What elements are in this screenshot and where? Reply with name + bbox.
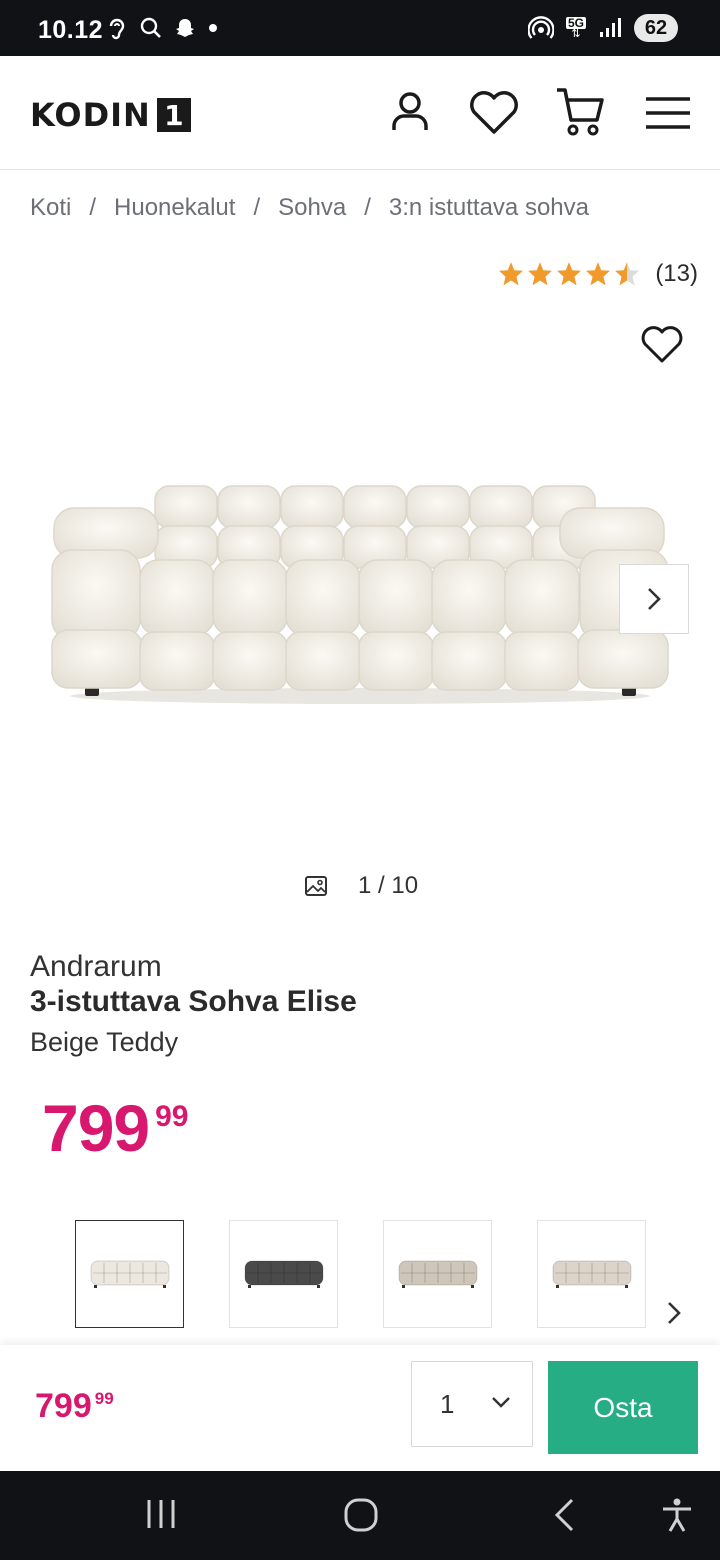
star-icon [586, 262, 611, 286]
battery-indicator: 62 [634, 14, 678, 42]
status-bar: 10.12 5G ⇅ 62 [0, 0, 720, 56]
variant-thumbnail-beige[interactable] [383, 1220, 492, 1328]
favorite-heart-icon[interactable] [640, 325, 684, 365]
logo-number: 1 [156, 98, 191, 132]
quantity-value: 1 [440, 1388, 455, 1419]
site-header: KODIN 1 [0, 56, 720, 170]
hearing-icon [109, 18, 125, 40]
star-icon [557, 262, 582, 286]
breadcrumb-separator: / [364, 194, 371, 221]
sticky-price-decimals: 99 [94, 1389, 114, 1408]
breadcrumb-item-koti[interactable]: Koti [30, 194, 71, 222]
rating-stars [497, 261, 641, 287]
system-nav-bar [0, 1471, 720, 1560]
clock: 10.12 [38, 16, 104, 44]
product-title: 3-istuttava Sohva Elise [30, 985, 357, 1018]
breadcrumb: Koti / Huonekalut / Sohva / 3:n istuttav… [30, 194, 589, 222]
star-icon [528, 262, 553, 286]
menu-icon[interactable] [644, 96, 692, 130]
thumbnails-next-chevron-icon[interactable] [664, 1298, 684, 1328]
sofa-thumbnail-image [398, 1260, 477, 1288]
hotspot-icon [527, 16, 554, 39]
sticky-buy-bar: 799 99 1 Osta [0, 1345, 720, 1471]
variant-thumbnail-light-beige[interactable] [537, 1220, 646, 1328]
image-icon [305, 876, 327, 896]
breadcrumb-separator: / [89, 194, 97, 221]
sofa-thumbnail-image [552, 1260, 631, 1288]
signal-icon [600, 18, 621, 37]
recent-apps-icon[interactable] [145, 1497, 177, 1531]
user-icon[interactable] [390, 90, 430, 134]
price-integer: 799 [42, 1091, 150, 1165]
price-decimals: 99 [155, 1100, 189, 1133]
network-5g-icon: 5G ⇅ [565, 15, 586, 40]
sticky-price: 799 99 [35, 1387, 114, 1426]
search-icon [140, 17, 161, 38]
product-variant: Beige Teddy [30, 1027, 179, 1057]
breadcrumb-separator: / [253, 194, 261, 221]
variant-thumbnail-dark-grey[interactable] [229, 1220, 338, 1328]
back-icon[interactable] [552, 1497, 576, 1533]
rating-count: (13) [655, 260, 698, 287]
heart-icon[interactable] [468, 90, 520, 136]
product-image[interactable] [40, 460, 680, 710]
star-icon [615, 262, 640, 286]
sofa-thumbnail-image [90, 1260, 169, 1288]
home-icon[interactable] [343, 1497, 379, 1533]
accessibility-icon[interactable] [660, 1497, 694, 1533]
gallery-counter[interactable]: 1 / 10 [304, 872, 418, 900]
star-icon [499, 262, 524, 286]
cart-icon[interactable] [555, 86, 605, 138]
sofa-thumbnail-image [244, 1260, 323, 1288]
variant-thumbnail-cream[interactable] [75, 1220, 184, 1328]
product-rating[interactable]: (13) [497, 260, 698, 288]
gallery-counter-text: 1 / 10 [358, 872, 419, 899]
breadcrumb-item-current[interactable]: 3:n istuttava sohva [389, 194, 589, 222]
sticky-price-integer: 799 [35, 1387, 92, 1425]
chevron-down-icon [492, 1397, 510, 1408]
breadcrumb-item-sohva[interactable]: Sohva [278, 194, 346, 222]
snapchat-icon [176, 19, 194, 37]
product-price: 799 99 [42, 1090, 189, 1166]
breadcrumb-item-huonekalut[interactable]: Huonekalut [114, 194, 235, 222]
variant-thumbnails [75, 1220, 646, 1328]
logo[interactable]: KODIN 1 [30, 96, 191, 134]
quantity-select[interactable]: 1 [411, 1361, 533, 1447]
gallery-next-button[interactable] [619, 564, 689, 634]
buy-button[interactable]: Osta [548, 1361, 698, 1454]
product-brand[interactable]: Andrarum [30, 950, 162, 984]
chevron-right-icon [648, 588, 661, 610]
logo-text: KODIN [30, 96, 151, 134]
dot-icon [209, 24, 217, 32]
